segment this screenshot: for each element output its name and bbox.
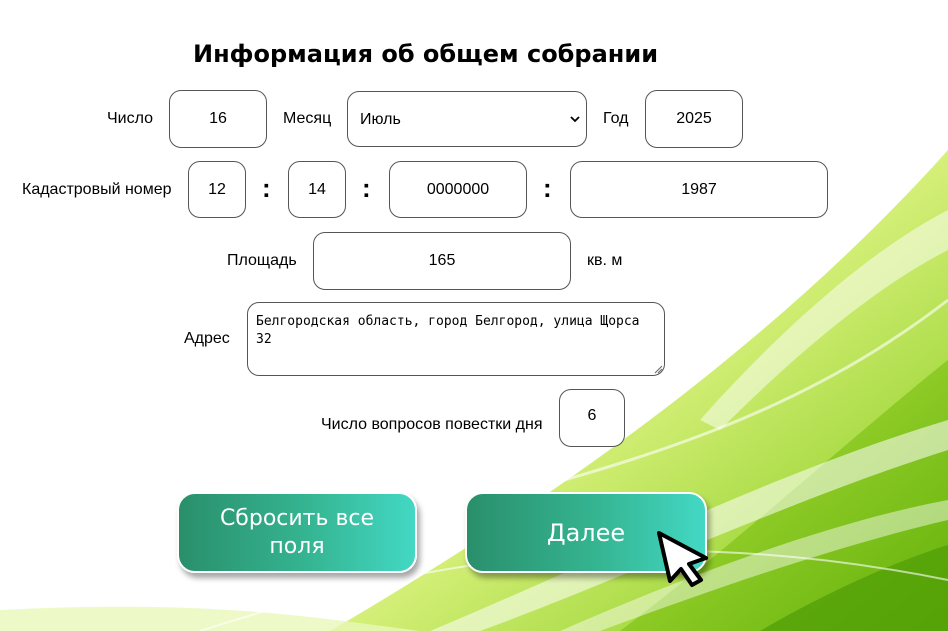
month-select-value: Июль (360, 111, 401, 128)
page-title: Информация об общем собрании (193, 40, 659, 68)
day-label: Число (107, 110, 154, 127)
month-select[interactable]: Июль (347, 91, 587, 147)
address-textarea[interactable]: Белгородская область, город Белгород, ул… (247, 302, 665, 376)
cadastral-part1-input[interactable] (188, 161, 246, 218)
resize-grip-icon[interactable] (654, 365, 663, 374)
reset-all-button-label: Сбросить все поля (219, 505, 375, 559)
address-label: Адрес (184, 330, 230, 347)
year-input[interactable] (645, 90, 743, 148)
reset-all-button[interactable]: Сбросить все поля (177, 492, 417, 573)
cadastral-part4-input[interactable] (570, 161, 828, 218)
area-label: Площадь (227, 252, 297, 269)
year-label: Год (603, 110, 629, 127)
cadastral-part3-input[interactable] (389, 161, 527, 218)
chevron-down-icon (570, 116, 580, 123)
cadastral-separator-1: : (262, 173, 271, 203)
month-label: Месяц (283, 110, 332, 127)
cadastral-separator-2: : (362, 173, 371, 203)
cadastral-label: Кадастровый номер (22, 181, 172, 198)
agenda-questions-input[interactable] (559, 389, 625, 447)
agenda-questions-label: Число вопросов повестки дня (321, 416, 543, 433)
cadastral-separator-3: : (543, 173, 552, 203)
day-input[interactable] (169, 90, 267, 148)
mouse-pointer-icon (657, 531, 708, 587)
area-unit-label: кв. м (587, 252, 623, 269)
next-button-label: Далее (546, 518, 626, 547)
cadastral-part2-input[interactable] (288, 161, 346, 218)
area-input[interactable] (313, 232, 571, 290)
